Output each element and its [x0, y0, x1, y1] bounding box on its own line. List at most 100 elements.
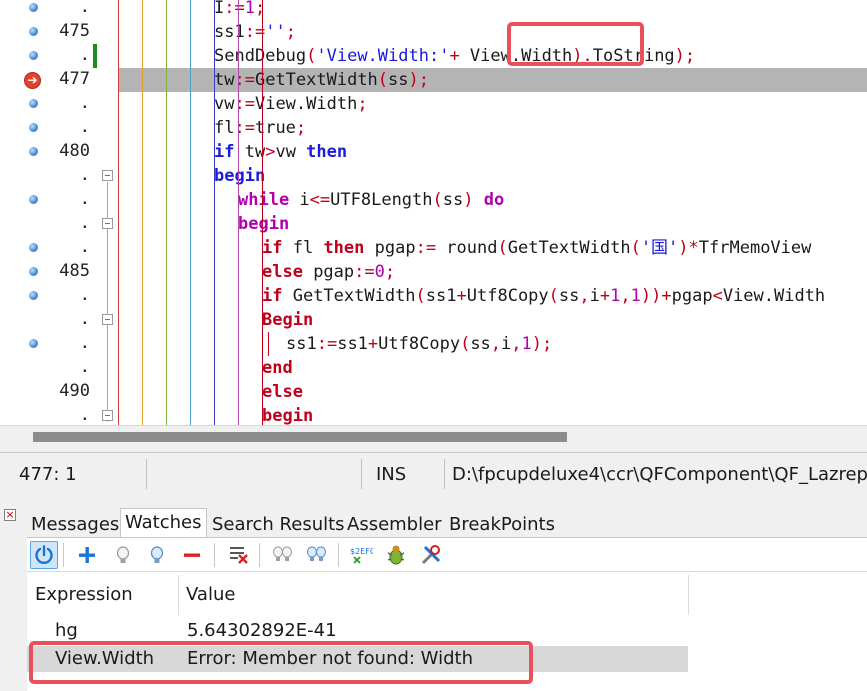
gutter-line[interactable]: .: [0, 284, 118, 308]
code-line[interactable]: while i<=UTF8Length(ss) do: [118, 188, 867, 212]
code-line[interactable]: if GetTextWidth(ss1+Utf8Copy(ss,i+1,1))+…: [118, 284, 867, 308]
gutter-line[interactable]: .: [0, 236, 118, 260]
gutter-line[interactable]: .: [0, 404, 118, 425]
structure-guide: [118, 0, 119, 425]
breakpoint-marker-icon[interactable]: [29, 3, 38, 12]
add-icon[interactable]: [73, 541, 101, 569]
tab-assembler[interactable]: Assembler: [343, 512, 446, 538]
delete-all-icon[interactable]: [225, 541, 253, 569]
breakpoint-marker-icon[interactable]: [29, 99, 38, 108]
remove-icon[interactable]: [178, 541, 206, 569]
gutter-line[interactable]: .: [0, 356, 118, 380]
inspect-icon[interactable]: [382, 541, 410, 569]
gutter-line[interactable]: ➔ 477: [0, 68, 118, 92]
code-area[interactable]: I:=1; ss1:=''; SendDebug('View.Width:'+ Vi…: [118, 0, 867, 425]
code-line[interactable]: end: [118, 356, 867, 380]
code-line-current[interactable]: tw:=GetTextWidth(ss);: [118, 68, 867, 92]
source-editor[interactable]: . 475. ➔ 477.. 480.... 485.... 490. I:=1; ss1:=…: [0, 0, 867, 425]
evaluate-icon[interactable]: $2EFO: [347, 541, 375, 569]
code-line[interactable]: SendDebug('View.Width:'+ View.Width).ToS…: [118, 44, 867, 68]
file-path: D:\fpcupdeluxe4\ccr\QFComponent\QF_Lazre…: [452, 464, 867, 485]
code-line[interactable]: I:=1;: [118, 0, 867, 20]
breakpoint-marker-icon[interactable]: [29, 291, 38, 300]
watch-row[interactable]: hg 5.64302892E-41: [27, 618, 688, 644]
fold-toggle-icon[interactable]: [102, 170, 113, 181]
status-bar: 477: 1 INS D:\fpcupdeluxe4\ccr\QFCompone…: [0, 452, 867, 494]
watch-row-selected[interactable]: View.Width Error: Member not found: Widt…: [27, 646, 688, 672]
structure-guide: [214, 0, 215, 425]
fold-toggle-icon[interactable]: [102, 314, 113, 325]
tab-search-results[interactable]: Search Results: [208, 512, 349, 538]
code-line[interactable]: else pgap:=0;: [118, 260, 867, 284]
gutter-line[interactable]: .: [0, 116, 118, 140]
code-line[interactable]: fl:=true;: [118, 116, 867, 140]
code-line[interactable]: Begin: [118, 308, 867, 332]
breakpoint-marker-icon[interactable]: [29, 51, 38, 60]
gutter-line[interactable]: 475: [0, 20, 118, 44]
code-line[interactable]: begin: [118, 404, 867, 425]
svg-text:$2EFO: $2EFO: [350, 547, 373, 556]
gutter-line[interactable]: 485: [0, 260, 118, 284]
gutter-line[interactable]: .: [0, 92, 118, 116]
gutter-line[interactable]: .: [0, 332, 118, 356]
breakpoint-marker-icon[interactable]: [29, 123, 38, 132]
gutter-line[interactable]: .: [0, 164, 118, 188]
disable-all-icon[interactable]: [303, 541, 331, 569]
breakpoint-marker-icon[interactable]: [29, 147, 38, 156]
line-dot: .: [79, 117, 90, 137]
fold-toggle-icon[interactable]: [102, 218, 113, 229]
power-icon[interactable]: [30, 541, 58, 569]
editor-gutter[interactable]: . 475. ➔ 477.. 480.... 485.... 490.: [0, 0, 118, 425]
breakpoint-marker-icon[interactable]: [29, 339, 38, 348]
code-line[interactable]: if tw>vw then: [118, 140, 867, 164]
tab-messages[interactable]: Messages: [27, 512, 123, 538]
column-header-value[interactable]: Value: [178, 575, 688, 615]
breakpoint-marker-icon[interactable]: [29, 243, 38, 252]
line-number: 480: [59, 141, 90, 161]
breakpoint-marker-icon[interactable]: [29, 195, 38, 204]
code-line[interactable]: ss1:=ss1+Utf8Copy(ss,i,1);: [118, 332, 867, 356]
bulb-blue-icon[interactable]: [143, 541, 171, 569]
tab-watches[interactable]: Watches: [120, 508, 207, 538]
tab-breakpoints[interactable]: BreakPoints: [445, 512, 559, 538]
code-line[interactable]: ss1:='';: [118, 20, 867, 44]
line-dot: .: [79, 405, 90, 425]
toolbar-separator: [214, 543, 215, 567]
line-dot: .: [79, 189, 90, 209]
code-line[interactable]: begin: [118, 212, 867, 236]
close-icon[interactable]: ×: [4, 509, 16, 521]
line-dot: .: [79, 45, 90, 65]
toolbar-separator: [338, 543, 339, 567]
gutter-line[interactable]: .: [0, 0, 118, 20]
code-line[interactable]: if fl then pgap:= round(GetTextWidth('国'…: [118, 236, 867, 260]
gutter-line[interactable]: 490: [0, 380, 118, 404]
line-dot: .: [79, 213, 90, 233]
watches-grid: Expression Value hg 5.64302892E-41 View.…: [27, 571, 867, 691]
column-header-expression[interactable]: Expression: [27, 575, 178, 615]
horizontal-scrollbar[interactable]: [0, 425, 867, 448]
fold-toggle-icon[interactable]: [102, 410, 113, 421]
structure-guide: [142, 0, 143, 425]
gutter-line[interactable]: .: [0, 188, 118, 212]
gutter-line[interactable]: 480: [0, 140, 118, 164]
scrollbar-thumb[interactable]: [33, 432, 567, 442]
line-number: 485: [59, 261, 90, 281]
gutter-line[interactable]: .: [0, 212, 118, 236]
code-line[interactable]: else: [118, 380, 867, 404]
gutter-line[interactable]: .: [0, 308, 118, 332]
line-dot: .: [79, 285, 90, 305]
enable-all-icon[interactable]: [269, 541, 297, 569]
line-dot: .: [79, 165, 90, 185]
bulb-icon[interactable]: [109, 541, 137, 569]
line-number: 475: [59, 21, 90, 41]
cursor-position: 477: 1: [19, 464, 77, 485]
code-line[interactable]: vw:=View.Width;: [118, 92, 867, 116]
properties-icon[interactable]: [417, 541, 445, 569]
code-line[interactable]: begin: [118, 164, 867, 188]
line-dot: .: [79, 309, 90, 329]
column-separator[interactable]: [688, 575, 689, 615]
gutter-line[interactable]: .: [0, 44, 118, 68]
status-separator: [361, 459, 362, 489]
breakpoint-marker-icon[interactable]: [29, 267, 38, 276]
breakpoint-marker-icon[interactable]: [29, 27, 38, 36]
